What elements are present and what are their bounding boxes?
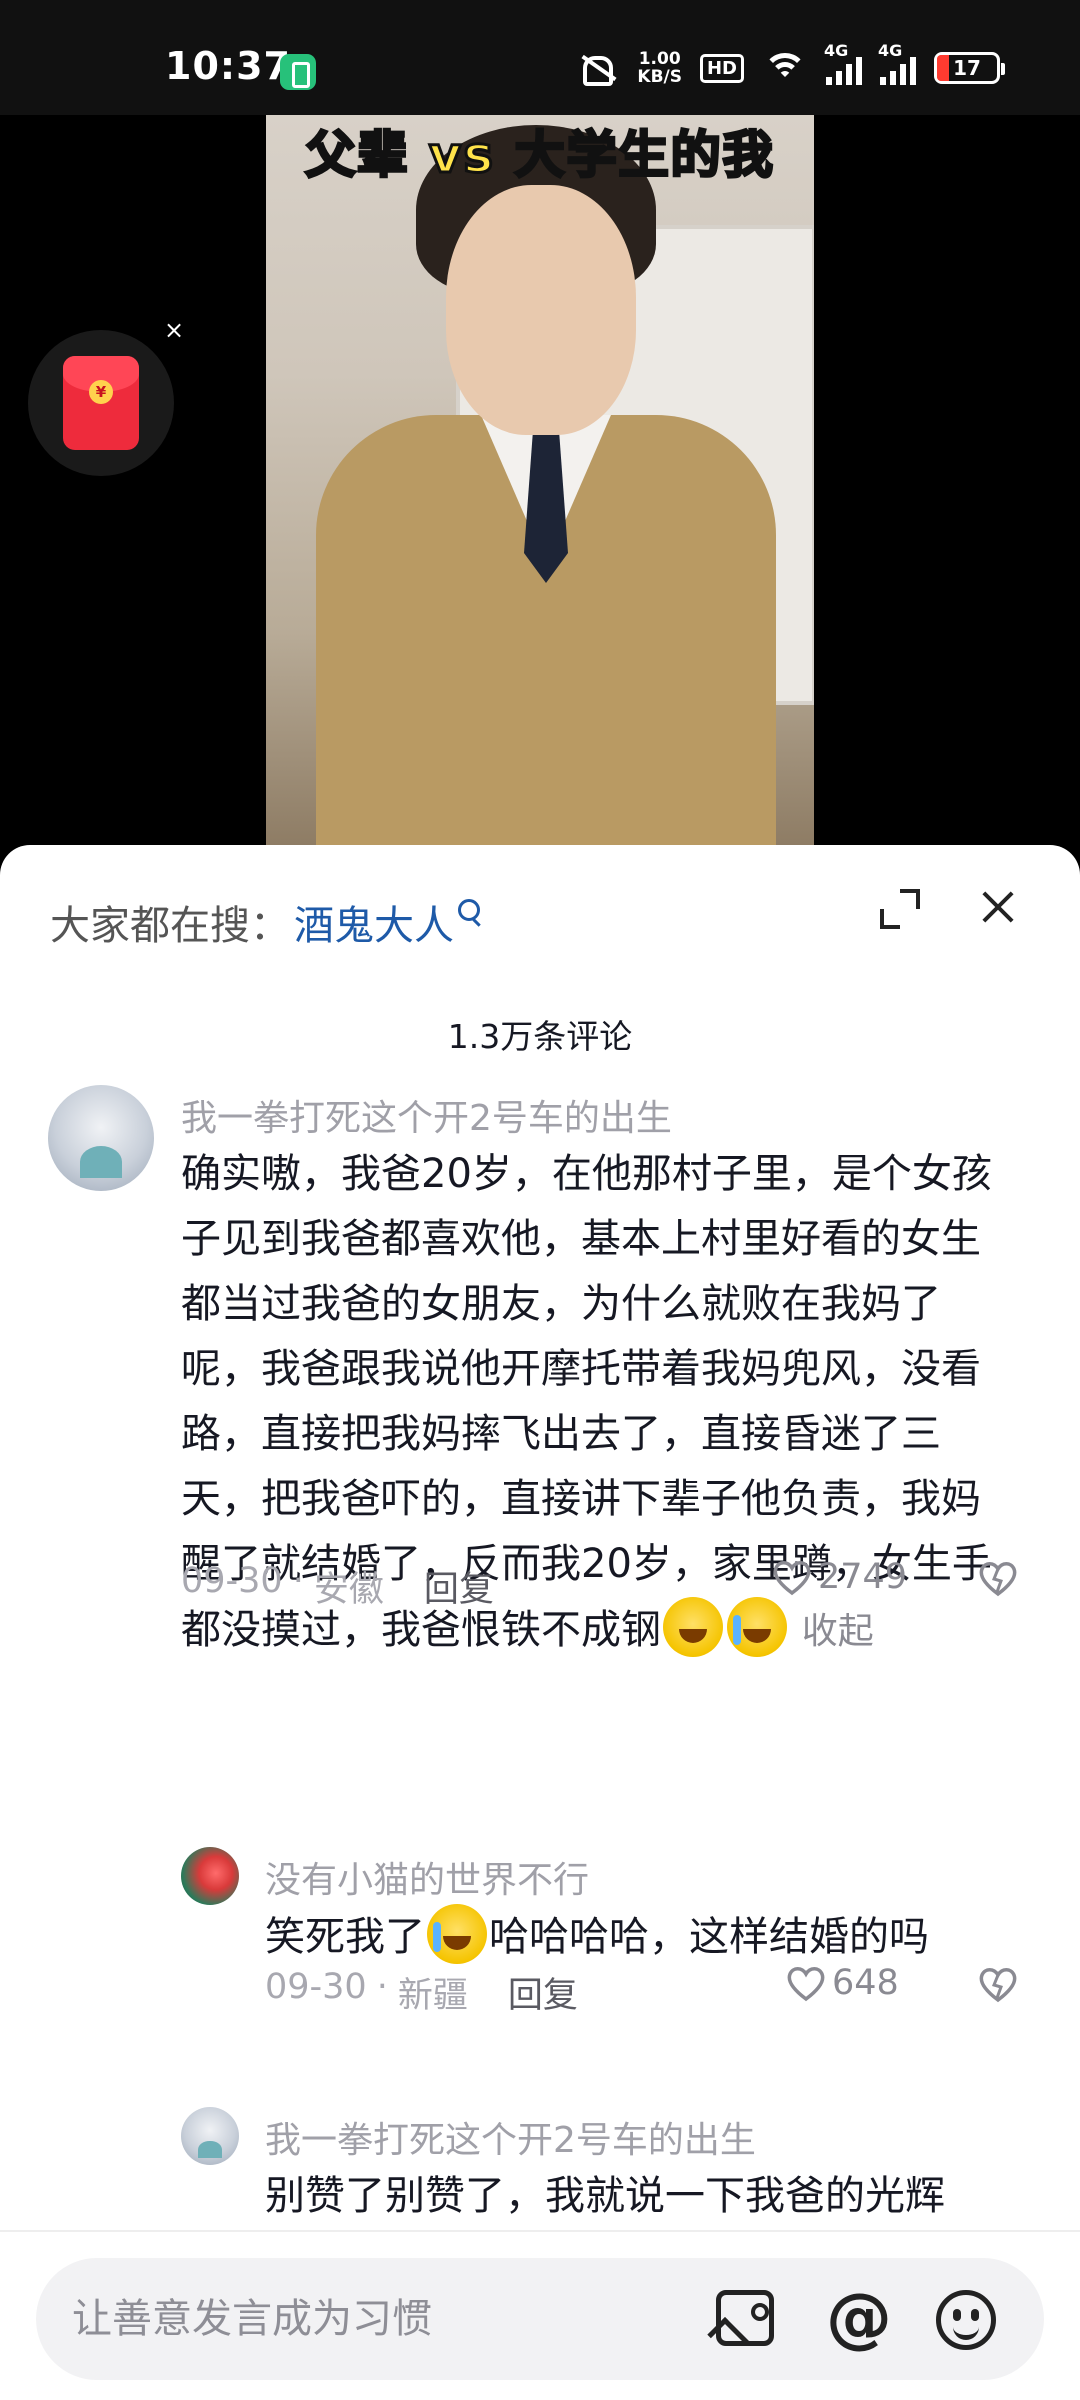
red-packet-icon: ¥ (63, 356, 139, 450)
hd-badge: HD (699, 53, 744, 83)
comment-date: 09-30 (265, 1967, 367, 2007)
trending-search-prefix: 大家都在搜： (50, 903, 290, 949)
red-packet-coin: ¥ (89, 380, 113, 404)
comment-sheet: 大家都在搜： 酒鬼大人 1.3万条评论 我一拳打死这个开2号车的出生 确实嗷，我… (0, 845, 1080, 2400)
status-icons: 1.00 KB/S HD 4G 4G 17 (575, 41, 1005, 86)
comment-username[interactable]: 我一拳打死这个开2号车的出生 (265, 2111, 756, 2163)
search-icon (458, 899, 480, 921)
crying-emoji-icon (727, 1597, 787, 1657)
comment-content: 别赞了别赞了，我就说一下我爸的光辉 (265, 2173, 945, 2219)
red-packet-button[interactable]: ¥ (28, 330, 174, 476)
close-icon[interactable] (976, 885, 1020, 929)
network-speed: 1.00 KB/S (637, 50, 682, 86)
network-speed-value: 1.00 (638, 49, 681, 69)
comment-text-before: 笑死我了 (265, 1914, 425, 1960)
comment-meta: 09-30 · 新疆 回复 (265, 1967, 578, 2018)
heart-icon (772, 1558, 812, 1596)
meta-separator: · (292, 1561, 304, 1601)
comment-input[interactable] (72, 2294, 692, 2344)
comment-input-bar: @ (0, 2230, 1080, 2400)
red-packet-close-button[interactable]: × (164, 316, 184, 344)
emoji-icon[interactable] (936, 2290, 996, 2350)
dislike-icon[interactable] (978, 1965, 1018, 2003)
reply-item: 没有小猫的世界不行 笑死我了 哈哈哈哈，这样结婚的吗 09-30 · 新疆 回复 … (0, 1847, 1080, 2016)
video-frame[interactable]: 父辈 vs 大学生的我 (266, 115, 814, 855)
video-player[interactable]: 父辈 vs 大学生的我 (0, 115, 1080, 855)
status-bar: 10:37 1.00 KB/S HD 4G 4G 17 (0, 0, 1080, 115)
comment-username[interactable]: 没有小猫的世界不行 (265, 1851, 589, 1903)
heart-icon (786, 1964, 826, 2002)
battery-icon: 17 (934, 52, 1005, 84)
comment-item: 我一拳打死这个开2号车的出生 确实嗷，我爸20岁，在他那村子里，是个女孩子见到我… (0, 1085, 1080, 1657)
comment-username[interactable]: 我一拳打死这个开2号车的出生 (181, 1089, 672, 1141)
like-count: 648 (832, 1963, 899, 2003)
mute-icon (575, 50, 619, 86)
comment-date: 09-30 (181, 1561, 283, 1601)
signal-icon-1: 4G (824, 41, 862, 85)
like-button[interactable]: 648 (786, 1963, 899, 2003)
avatar[interactable] (181, 2107, 239, 2165)
video-person-face (446, 185, 636, 435)
meta-separator: · (376, 1967, 388, 2007)
laugh-cry-emoji-icon (427, 1904, 487, 1964)
comment-count: 1.3万条评论 (447, 1017, 633, 1056)
signal-icon-2: 4G (878, 41, 916, 85)
reply-button[interactable]: 回复 (508, 1967, 578, 2018)
reply-button[interactable]: 回复 (424, 1561, 494, 1612)
reply-item: 我一拳打死这个开2号车的出生 别赞了别赞了，我就说一下我爸的光辉 (0, 2107, 1080, 2237)
avatar[interactable] (181, 1847, 239, 1905)
laugh-sweat-emoji-icon (663, 1597, 723, 1657)
image-icon[interactable] (716, 2290, 774, 2346)
comment-location: 新疆 (397, 1976, 468, 2016)
signal-label-2: 4G (878, 41, 903, 60)
video-title-overlay: 父辈 vs 大学生的我 (304, 125, 775, 186)
comment-meta: 09-30 · 安徽 回复 (181, 1561, 494, 1612)
trending-search-term[interactable]: 酒鬼大人 (294, 893, 454, 951)
comment-location: 安徽 (313, 1570, 384, 1610)
expand-icon[interactable] (880, 889, 920, 929)
at-icon[interactable]: @ (826, 2280, 892, 2356)
app-notification-icon (280, 54, 316, 90)
comment-content: 笑死我了 哈哈哈哈，这样结婚的吗 (265, 1904, 1045, 1970)
wifi-icon (762, 51, 808, 85)
like-count: 2749 (818, 1557, 908, 1597)
network-speed-unit: KB/S (637, 67, 682, 87)
collapse-link[interactable]: 收起 (802, 1611, 874, 1652)
avatar[interactable] (48, 1085, 154, 1191)
battery-level: 17 (953, 56, 981, 80)
status-time: 10:37 (165, 44, 291, 88)
like-button[interactable]: 2749 (772, 1557, 907, 1597)
trending-search[interactable]: 大家都在搜： 酒鬼大人 (50, 893, 480, 951)
dislike-icon[interactable] (978, 1559, 1018, 1597)
comment-input-box[interactable]: @ (36, 2258, 1044, 2380)
comment-text-after: 哈哈哈哈，这样结婚的吗 (489, 1914, 929, 1960)
signal-label-1: 4G (824, 41, 849, 60)
